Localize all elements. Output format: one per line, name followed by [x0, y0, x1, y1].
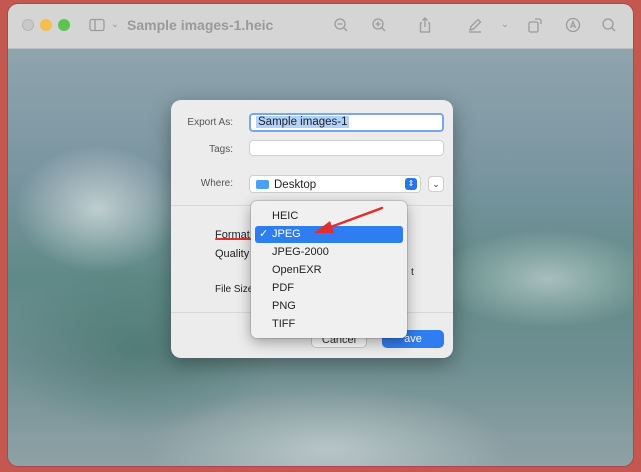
tags-field[interactable] — [249, 140, 444, 156]
where-label: Where: — [200, 178, 233, 189]
folder-icon — [256, 180, 269, 189]
export-as-value: Sample images-1 — [256, 116, 350, 128]
menu-item-openexr[interactable]: OpenEXR — [255, 262, 403, 279]
zoom-in-icon[interactable] — [370, 16, 388, 34]
menu-item-jpeg-2000[interactable]: JPEG-2000 — [255, 244, 403, 261]
menu-item-pdf[interactable]: PDF — [255, 280, 403, 297]
where-value: Desktop — [274, 179, 317, 191]
search-icon[interactable] — [600, 16, 618, 34]
menu-item-label: TIFF — [272, 318, 296, 330]
popup-arrows-icon: ⇕ — [405, 178, 417, 190]
zoom-out-icon[interactable] — [332, 16, 350, 34]
window-title: Sample images-1.heic — [127, 17, 274, 33]
menu-item-label: JPEG-2000 — [272, 246, 329, 258]
account-icon[interactable] — [564, 16, 582, 34]
title-bar: ⌄ Sample images-1.heic ⌄ — [8, 4, 633, 49]
menu-item-label: PDF — [272, 282, 294, 294]
menu-item-label: JPEG — [272, 228, 301, 240]
tags-label: Tags: — [209, 144, 233, 155]
close-button[interactable] — [22, 19, 34, 31]
menu-item-label: HEIC — [272, 210, 299, 222]
partial-text: t — [411, 267, 414, 278]
menu-item-tiff[interactable]: TIFF — [255, 316, 403, 333]
share-icon[interactable] — [416, 16, 434, 34]
minimize-button[interactable] — [40, 19, 52, 31]
quality-label: Quality — [215, 248, 250, 260]
where-popup[interactable]: Desktop ⇕ — [249, 175, 421, 193]
menu-item-label: OpenEXR — [272, 264, 322, 276]
rotate-icon[interactable] — [526, 16, 544, 34]
export-as-label: Export As: — [187, 117, 233, 128]
expand-chevron-button[interactable]: ⌄ — [428, 176, 444, 192]
markup-chevron-icon[interactable]: ⌄ — [496, 16, 514, 34]
sidebar-icon[interactable] — [88, 16, 106, 34]
arrow-annotation — [314, 206, 384, 233]
zoom-button[interactable] — [58, 19, 70, 31]
menu-item-label: PNG — [272, 300, 296, 312]
checkmark-icon: ✓ — [259, 228, 269, 240]
file-size-label: File Size — [215, 284, 254, 295]
format-underline-annotation — [215, 238, 251, 240]
export-as-field[interactable]: Sample images-1 — [249, 113, 444, 132]
menu-item-png[interactable]: PNG — [255, 298, 403, 315]
markup-icon[interactable] — [466, 16, 484, 34]
chevron-down-icon[interactable]: ⌄ — [106, 16, 124, 34]
